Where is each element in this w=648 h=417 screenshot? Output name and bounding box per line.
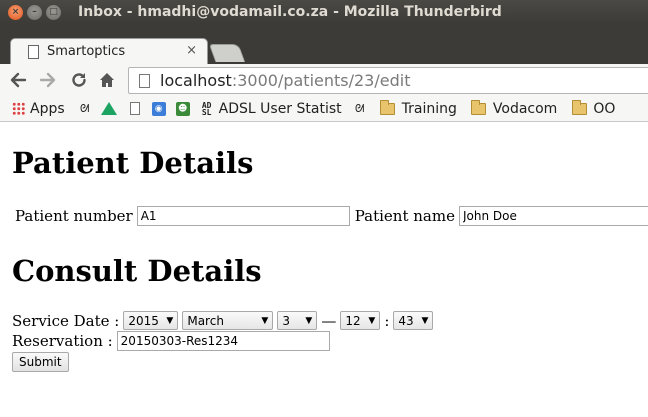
heading-consult-details: Consult Details (12, 254, 262, 288)
browser-toolbar: localhost:3000/patients/23/edit (0, 64, 648, 96)
apps-icon (10, 102, 26, 116)
reservation-field[interactable] (116, 331, 330, 351)
day-value: 3 (282, 313, 290, 328)
bookmark-label: Apps (30, 100, 65, 117)
bookmark-blue[interactable]: ◉ (151, 101, 167, 116)
window-close-button[interactable]: × (8, 4, 23, 20)
window-maximize-button[interactable]: □ (46, 4, 61, 20)
year-select[interactable]: 2015 ▼ (123, 311, 179, 330)
bookmark-drive[interactable] (100, 102, 117, 116)
bookmark-training[interactable]: Training (380, 99, 457, 117)
bookmark-label: Vodacom (492, 100, 558, 117)
robot-icon: ᘛ (79, 101, 90, 115)
window-title: Inbox - hmadhi@vodamail.co.za - Mozilla … (78, 4, 502, 20)
hour-select[interactable]: 12 ▼ (340, 311, 381, 330)
page-icon (28, 44, 39, 59)
reservation-label: Reservation : (12, 332, 113, 350)
address-bar[interactable]: localhost:3000/patients/23/edit (128, 67, 648, 94)
month-select[interactable]: March ▼ (182, 311, 274, 330)
day-select[interactable]: 3 ▼ (277, 311, 318, 330)
bookmark-page[interactable] (127, 102, 143, 116)
chevron-down-icon: ▼ (305, 315, 313, 326)
bookmark-adsl[interactable]: AD SL ADSL User Statist (199, 101, 342, 117)
hour-value: 12 (345, 313, 361, 328)
robot-icon: ᘛ (354, 101, 365, 115)
window-minimize-button[interactable]: – (27, 4, 42, 20)
heading-patient-details: Patient Details (12, 146, 254, 180)
arrow-left-icon[interactable] (8, 70, 28, 90)
service-date-row: Service Date : 2015 ▼ March ▼ 3 ▼ — 12 ▼ : 4… (12, 311, 434, 330)
window-titlebar: × – □ Inbox - hmadhi@vodamail.co.za - Mo… (0, 0, 648, 24)
bookmark-label: OO (593, 100, 616, 117)
folder-icon (571, 99, 587, 116)
patient-row: Patient number Patient name (15, 206, 648, 226)
folder-icon (471, 99, 487, 116)
bookmark-robot-1[interactable]: ᘛ (77, 102, 93, 116)
folder-icon (380, 99, 396, 116)
time-separator: : (384, 311, 390, 330)
patient-number-field[interactable] (136, 206, 350, 226)
service-date-label: Service Date : (12, 311, 120, 330)
minute-value: 43 (398, 313, 414, 328)
month-value: March (187, 313, 224, 328)
tab-close-icon[interactable]: × (186, 43, 197, 58)
date-time-separator: — (321, 311, 337, 330)
bookmark-label: ADSL User Statist (218, 100, 342, 117)
blue-square-icon: ◉ (151, 101, 167, 116)
patient-name-label: Patient name (354, 207, 455, 225)
url-path: :3000/patients/23/edit (231, 71, 411, 90)
chevron-down-icon: ▼ (261, 315, 269, 326)
reload-icon[interactable] (69, 70, 89, 90)
bookmark-green[interactable]: ☻ (175, 101, 191, 116)
arrow-right-icon[interactable] (38, 70, 58, 90)
bookmarks-bar: Apps ᘛ ◉ ☻ AD SL ADSL User Statist ᘛ Trai… (0, 96, 648, 122)
bookmark-vodacom[interactable]: Vodacom (471, 99, 558, 117)
url-host: localhost (160, 71, 232, 90)
tab-title: Smartoptics (47, 44, 126, 59)
bookmark-robot-2[interactable]: ᘛ (352, 102, 368, 116)
minute-select[interactable]: 43 ▼ (393, 311, 434, 330)
bookmark-label: Training (401, 100, 457, 117)
bookmark-oo[interactable]: OO (571, 99, 616, 117)
page-content: Patient Details Patient number Patient n… (0, 122, 648, 417)
url-text[interactable]: localhost:3000/patients/23/edit (160, 71, 410, 90)
bookmark-apps[interactable]: Apps (10, 101, 65, 117)
new-tab-button[interactable] (208, 44, 246, 62)
year-value: 2015 (128, 313, 159, 328)
home-icon[interactable] (97, 70, 117, 90)
patient-number-label: Patient number (15, 207, 133, 225)
page-icon (127, 102, 143, 116)
submit-button[interactable]: Submit (12, 352, 69, 372)
tab-smartoptics[interactable]: Smartoptics × (10, 38, 208, 64)
reservation-row: Reservation : (12, 331, 330, 351)
drive-icon (100, 102, 117, 116)
patient-name-field[interactable] (458, 206, 648, 226)
green-square-icon: ☻ (175, 101, 191, 116)
page-icon (139, 73, 150, 88)
chevron-down-icon: ▼ (368, 315, 376, 326)
chevron-down-icon: ▼ (421, 315, 429, 326)
chevron-down-icon: ▼ (166, 315, 174, 326)
tab-strip: Smartoptics × (0, 24, 648, 64)
adsl-icon: AD SL (201, 100, 212, 117)
